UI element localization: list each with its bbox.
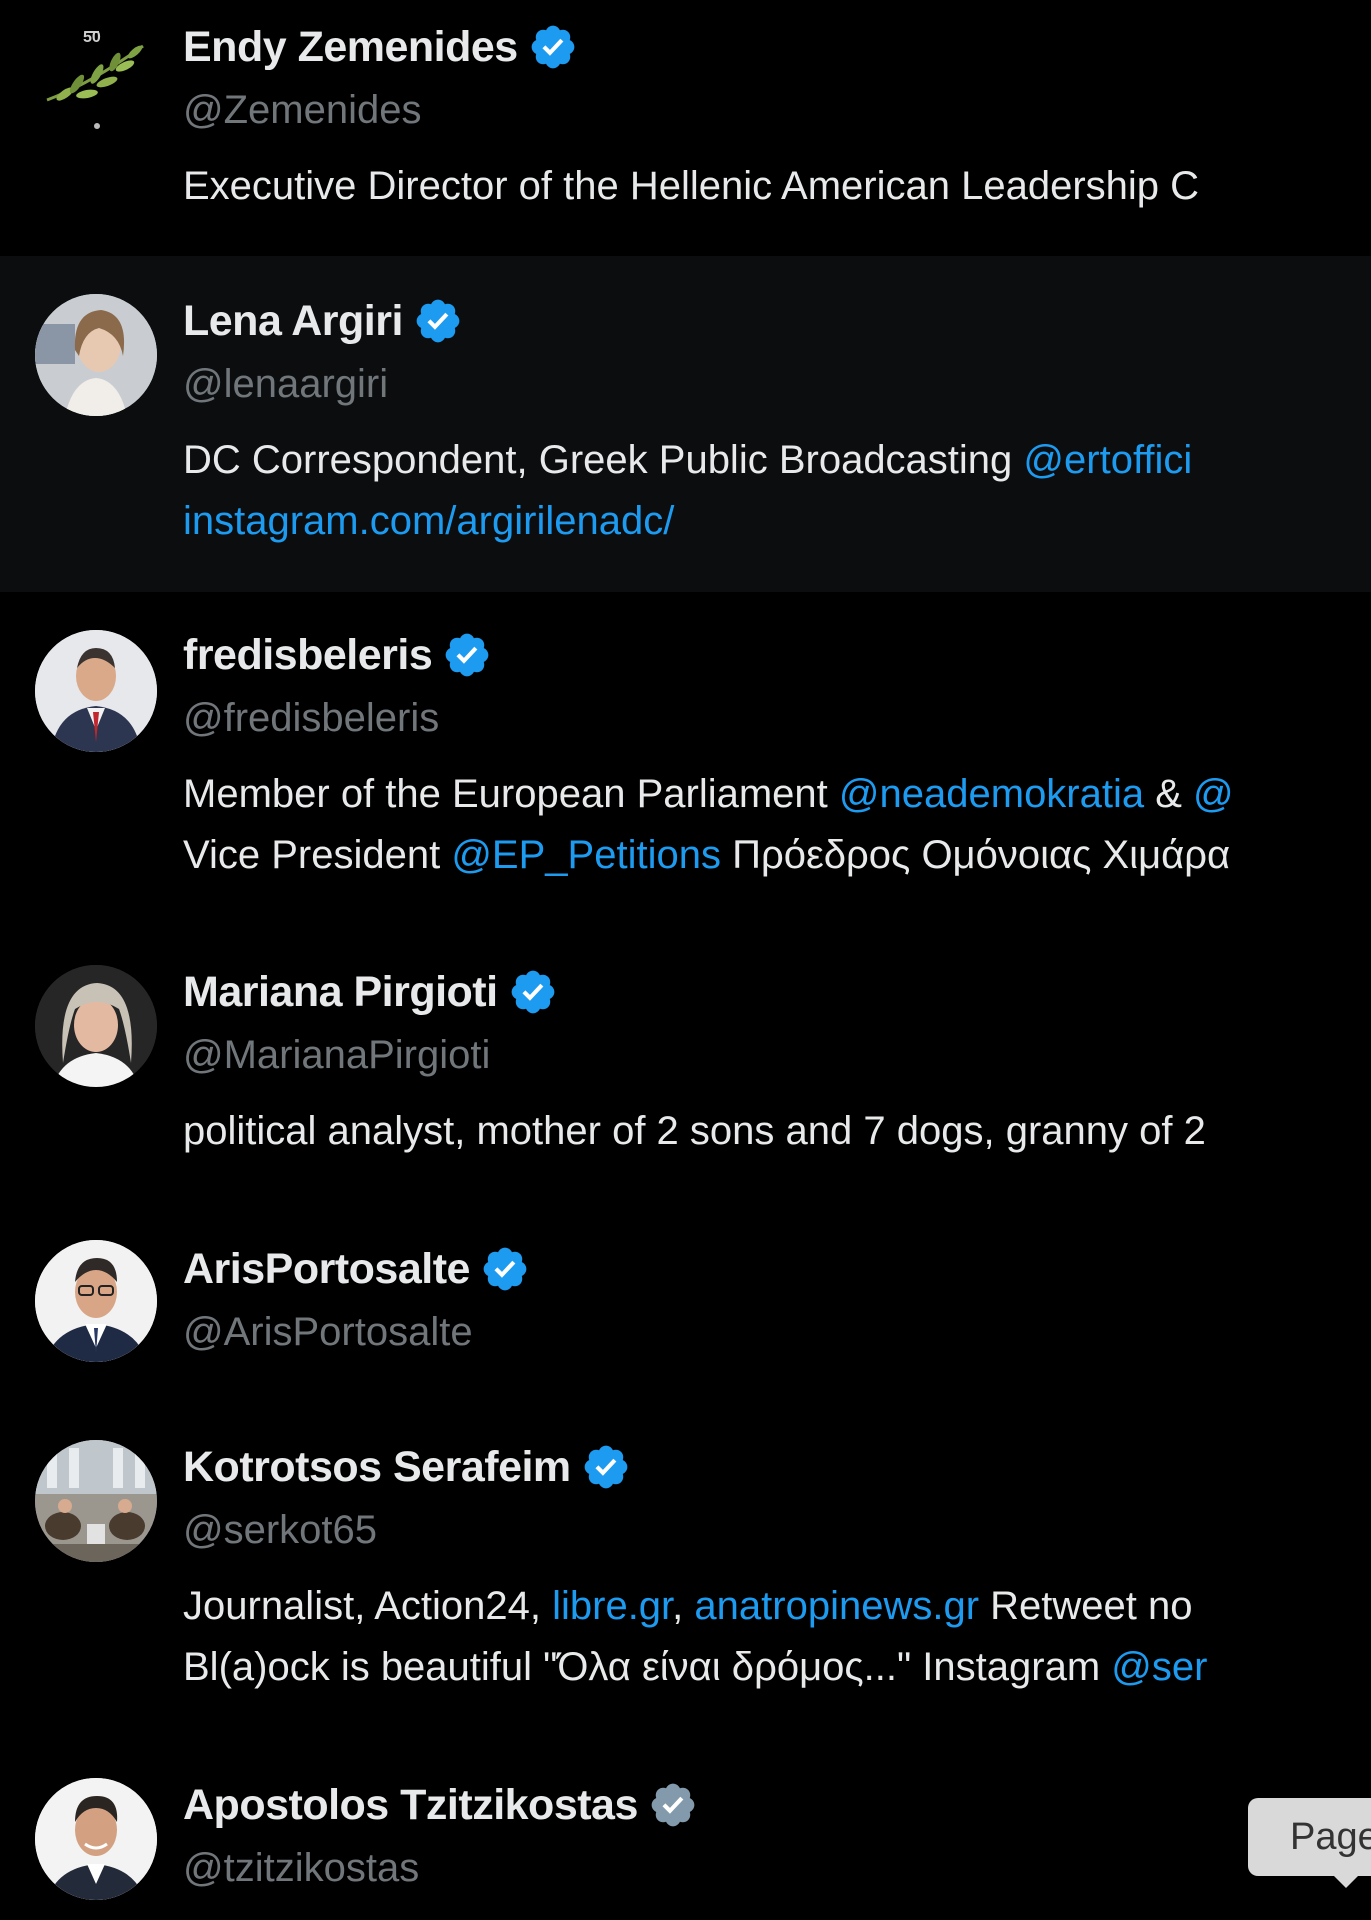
portrait-photo-icon bbox=[35, 294, 157, 416]
tooltip-tail bbox=[1330, 1872, 1362, 1888]
user-cell[interactable]: Lena Argiri @lenaargiri DC Correspondent… bbox=[0, 256, 1371, 592]
display-name[interactable]: fredisbeleris bbox=[183, 631, 433, 680]
mention-link[interactable]: @ bbox=[1193, 772, 1234, 816]
bio: Executive Director of the Hellenic Ameri… bbox=[183, 156, 1199, 217]
verified-badge-icon bbox=[483, 1247, 527, 1291]
name-line: fredisbeleris bbox=[183, 630, 492, 680]
bio-text: & bbox=[1144, 772, 1194, 816]
bio-text: Journalist, Action24, bbox=[183, 1584, 553, 1628]
portrait-photo-icon bbox=[35, 630, 157, 752]
page-tooltip: Page bbox=[1248, 1798, 1371, 1876]
user-cell[interactable]: ArisPortosalte @ArisPortosalte bbox=[0, 1202, 1371, 1412]
avatar[interactable]: 50 bbox=[35, 22, 157, 144]
name-line: Apostolos Tzitzikostas bbox=[183, 1780, 698, 1830]
portrait-photo-icon bbox=[35, 1240, 157, 1362]
mention-link[interactable]: @ertoffici bbox=[1023, 438, 1192, 482]
display-name[interactable]: Endy Zemenides bbox=[183, 23, 518, 72]
bio: Journalist, Action24, libre.gr, anatropi… bbox=[183, 1576, 1207, 1698]
name-line: Lena Argiri bbox=[183, 296, 463, 346]
handle[interactable]: @lenaargiri bbox=[183, 362, 388, 407]
handle[interactable]: @serkot65 bbox=[183, 1508, 377, 1553]
url-link[interactable]: libre.gr bbox=[552, 1584, 672, 1628]
handle[interactable]: @ArisPortosalte bbox=[183, 1310, 473, 1355]
bio-text: Bl(a)ock is beautiful "Όλα είναι δρόμος.… bbox=[183, 1645, 1112, 1689]
bio-text: Member of the European Parliament bbox=[183, 772, 839, 816]
avatar[interactable] bbox=[35, 630, 157, 752]
mention-link[interactable]: @EP_Petitions bbox=[451, 833, 721, 877]
bio-text: Executive Director of the Hellenic Ameri… bbox=[183, 164, 1200, 208]
handle[interactable]: @fredisbeleris bbox=[183, 696, 439, 741]
handle[interactable]: @tzitzikostas bbox=[183, 1846, 419, 1891]
bio-text: DC Correspondent, Greek Public Broadcast… bbox=[183, 438, 1024, 482]
user-cell[interactable]: 50 Endy Zemenides @Zemenides Executive D… bbox=[0, 0, 1371, 256]
display-name[interactable]: ArisPortosalte bbox=[183, 1245, 470, 1294]
bio: Member of the European Parliament @neade… bbox=[183, 764, 1234, 886]
bio-text: , bbox=[672, 1584, 695, 1628]
handle[interactable]: @MarianaPirgioti bbox=[183, 1033, 490, 1078]
avatar[interactable] bbox=[35, 294, 157, 416]
avatar[interactable] bbox=[35, 1440, 157, 1562]
studio-photo-icon bbox=[35, 1440, 157, 1562]
bio-text: Πρόεδρος Ομόνοιας Χιμάρα bbox=[720, 833, 1231, 877]
verified-badge-icon bbox=[651, 1783, 695, 1827]
display-name[interactable]: Kotrotsos Serafeim bbox=[183, 1443, 571, 1492]
user-cell[interactable]: fredisbeleris @fredisbeleris Member of t… bbox=[0, 592, 1371, 927]
user-cell[interactable]: Mariana Pirgioti @MarianaPirgioti politi… bbox=[0, 927, 1371, 1202]
user-cell[interactable]: Kotrotsos Serafeim @serkot65 Journalist,… bbox=[0, 1412, 1371, 1742]
bio: political analyst, mother of 2 sons and … bbox=[183, 1101, 1206, 1162]
display-name[interactable]: Apostolos Tzitzikostas bbox=[183, 1781, 638, 1830]
verified-badge-icon bbox=[584, 1445, 628, 1489]
name-line: Mariana Pirgioti bbox=[183, 967, 558, 1017]
url-link[interactable]: anatropinews.gr bbox=[694, 1584, 979, 1628]
name-line: Endy Zemenides bbox=[183, 22, 578, 72]
user-cell[interactable]: Apostolos Tzitzikostas @tzitzikostas bbox=[0, 1742, 1371, 1920]
olive-branch-logo-icon: 50 bbox=[46, 29, 144, 129]
verified-badge-icon bbox=[511, 970, 554, 1014]
bio-text: Retweet no bbox=[979, 1584, 1193, 1628]
portrait-photo-icon bbox=[35, 965, 157, 1087]
portrait-photo-icon bbox=[35, 1778, 157, 1900]
bio: DC Correspondent, Greek Public Broadcast… bbox=[183, 430, 1192, 552]
display-name[interactable]: Lena Argiri bbox=[183, 297, 403, 346]
avatar[interactable] bbox=[35, 1240, 157, 1362]
avatar[interactable] bbox=[35, 1778, 157, 1900]
name-line: ArisPortosalte bbox=[183, 1244, 530, 1294]
mention-link[interactable]: @ser bbox=[1111, 1645, 1207, 1689]
verified-badge-icon bbox=[531, 25, 575, 69]
mention-link[interactable]: @neademokratia bbox=[839, 772, 1144, 816]
display-name[interactable]: Mariana Pirgioti bbox=[183, 968, 498, 1017]
verified-badge-icon bbox=[445, 633, 489, 677]
bio-text: political analyst, mother of 2 sons and … bbox=[183, 1109, 1206, 1153]
verified-badge-icon bbox=[416, 299, 460, 343]
avatar[interactable] bbox=[35, 965, 157, 1087]
handle[interactable]: @Zemenides bbox=[183, 88, 421, 133]
url-link[interactable]: instagram.com/argirilenadc/ bbox=[183, 499, 674, 543]
bio-text: Vice President bbox=[183, 833, 452, 877]
name-line: Kotrotsos Serafeim bbox=[183, 1442, 631, 1492]
